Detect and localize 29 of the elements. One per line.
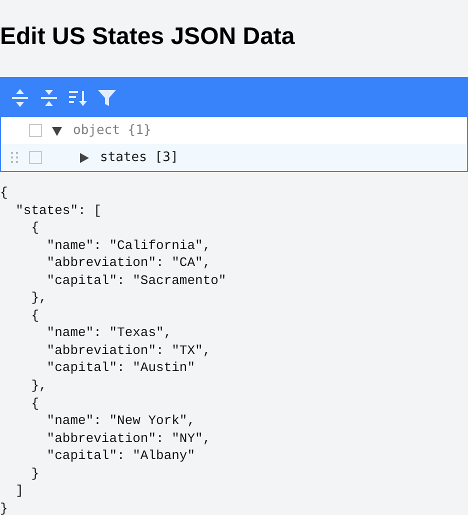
code-line: } xyxy=(30,464,40,482)
checkbox[interactable] xyxy=(29,151,42,164)
code-line: "capital": "Sacramento" xyxy=(46,272,226,290)
code-line: "abbreviation": "CA", xyxy=(46,254,211,272)
code-line: "name": "California", xyxy=(46,236,211,254)
tree-row[interactable]: object {1} xyxy=(1,117,467,144)
code-line: "name": "Texas", xyxy=(46,324,172,342)
code-line: } xyxy=(0,500,8,515)
code-line: "abbreviation": "TX", xyxy=(46,342,211,360)
code-line: { xyxy=(0,184,8,202)
code-line: { xyxy=(30,394,40,412)
collapse-toggle[interactable] xyxy=(51,124,63,136)
drag-handle-icon[interactable] xyxy=(11,152,19,163)
node-label: object {1} xyxy=(73,122,152,140)
code-line: "capital": "Austin" xyxy=(46,359,196,378)
code-line: "capital": "Albany" xyxy=(46,447,196,465)
code-line: ] xyxy=(14,482,24,500)
code-line: { xyxy=(30,219,40,237)
tree-row[interactable]: states [3] xyxy=(1,144,467,171)
expand-toggle[interactable] xyxy=(78,152,90,164)
node-label: states [3] xyxy=(100,148,178,167)
code-line: }, xyxy=(30,289,47,307)
code-line: { xyxy=(30,306,40,324)
code-line: "states": [ xyxy=(14,202,102,220)
checkbox[interactable] xyxy=(29,124,42,137)
page-title: Edit US States JSON Data xyxy=(0,22,296,52)
code-line: "name": "New York", xyxy=(46,412,196,430)
code-line: "abbreviation": "NY", xyxy=(46,430,211,448)
code-line: }, xyxy=(30,377,47,395)
